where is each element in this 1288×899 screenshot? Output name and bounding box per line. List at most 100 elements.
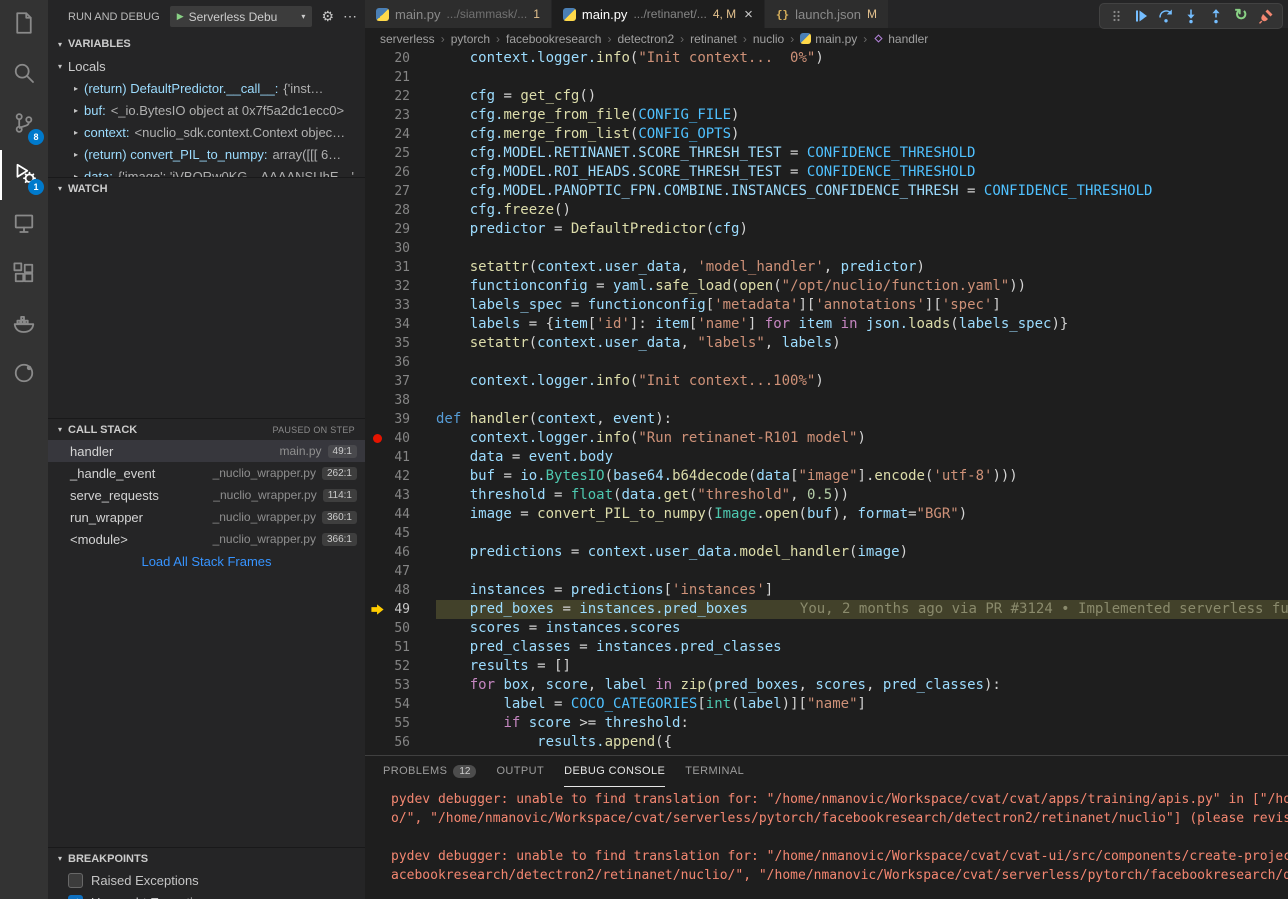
editor-gutter[interactable]: 23 — [365, 106, 436, 125]
panel-tab[interactable]: PROBLEMS12 — [383, 756, 476, 787]
debug-console-output[interactable]: pydev debugger: unable to find translati… — [365, 787, 1288, 885]
editor-gutter[interactable]: 35 — [365, 334, 436, 353]
code-line[interactable]: 25 cfg.MODEL.RETINANET.SCORE_THRESH_TEST… — [365, 144, 1288, 163]
editor-gutter[interactable]: 54 — [365, 695, 436, 714]
code-line[interactable]: 41 data = event.body — [365, 448, 1288, 467]
panel-tab[interactable]: DEBUG CONSOLE — [564, 756, 665, 787]
breadcrumb-item[interactable]: detectron2 — [617, 32, 674, 46]
editor-gutter[interactable]: 27 — [365, 182, 436, 201]
breadcrumb-item[interactable]: serverless — [380, 32, 435, 46]
editor-gutter[interactable]: 46 — [365, 543, 436, 562]
code-line[interactable]: 56 results.append({ — [365, 733, 1288, 752]
editor-gutter[interactable]: 30 — [365, 239, 436, 258]
code-line[interactable]: 36 — [365, 353, 1288, 372]
breakpoint-row[interactable]: ✓Uncaught Exceptions — [48, 891, 365, 899]
breakpoint-row[interactable]: Raised Exceptions — [48, 869, 365, 891]
disconnect-button[interactable] — [1255, 5, 1277, 27]
editor-gutter[interactable]: 24 — [365, 125, 436, 144]
breadcrumb-item[interactable]: retinanet — [690, 32, 737, 46]
restart-button[interactable]: ↻ — [1230, 5, 1252, 27]
variable-row[interactable]: ▸context:<nuclio_sdk.context.Context obj… — [48, 121, 365, 143]
code-line[interactable]: 33 labels_spec = functionconfig['metadat… — [365, 296, 1288, 315]
editor-gutter[interactable]: 49 — [365, 600, 436, 619]
variable-row[interactable]: ▸(return) convert_PIL_to_numpy:array([[[… — [48, 143, 365, 165]
editor-tab[interactable]: main.py.../siammask/...1 — [365, 0, 552, 28]
code-line[interactable]: 51 pred_classes = instances.pred_classes — [365, 638, 1288, 657]
editor-gutter[interactable]: 31 — [365, 258, 436, 277]
step-over-button[interactable] — [1155, 5, 1177, 27]
code-line[interactable]: 34 labels = {item['id']: item['name'] fo… — [365, 315, 1288, 334]
code-line[interactable]: 48 instances = predictions['instances'] — [365, 581, 1288, 600]
code-line[interactable]: 26 cfg.MODEL.ROI_HEADS.SCORE_THRESH_TEST… — [365, 163, 1288, 182]
code-line[interactable]: 20 context.logger.info("Init context... … — [365, 49, 1288, 68]
gear-icon[interactable]: ⚙ — [321, 8, 334, 25]
code-line[interactable]: 39def handler(context, event): — [365, 410, 1288, 429]
variables-scope-row[interactable]: ▾Locals — [48, 55, 365, 77]
code-line[interactable]: 53 for box, score, label in zip(pred_box… — [365, 676, 1288, 695]
variables-section-header[interactable]: ▾ VARIABLES — [48, 33, 365, 55]
code-line[interactable]: 52 results = [] — [365, 657, 1288, 676]
editor-gutter[interactable]: 42 — [365, 467, 436, 486]
breakpoint-checkbox[interactable]: ✓ — [68, 895, 83, 899]
code-line[interactable]: 50 scores = instances.scores — [365, 619, 1288, 638]
code-line[interactable]: 44 image = convert_PIL_to_numpy(Image.op… — [365, 505, 1288, 524]
editor-gutter[interactable]: 25 — [365, 144, 436, 163]
code-line[interactable]: 28 cfg.freeze() — [365, 201, 1288, 220]
activity-run-and-debug[interactable]: 1 — [0, 150, 48, 200]
activity-remote-explorer[interactable] — [0, 200, 48, 250]
breakpoint-checkbox[interactable] — [68, 873, 83, 888]
code-line[interactable]: 29 predictor = DefaultPredictor(cfg) — [365, 220, 1288, 239]
stack-frame-row[interactable]: run_wrapper_nuclio_wrapper.py360:1 — [48, 506, 365, 528]
breadcrumb-item[interactable]: pytorch — [451, 32, 490, 46]
activity-extensions[interactable] — [0, 250, 48, 300]
activity-search[interactable] — [0, 50, 48, 100]
editor-gutter[interactable]: 38 — [365, 391, 436, 410]
call-stack-section-header[interactable]: ▾ CALL STACK PAUSED ON STEP — [48, 418, 365, 440]
editor-gutter[interactable]: 33 — [365, 296, 436, 315]
code-line[interactable]: 46 predictions = context.user_data.model… — [365, 543, 1288, 562]
editor-gutter[interactable]: 41 — [365, 448, 436, 467]
code-line[interactable]: 32 functionconfig = yaml.safe_load(open(… — [365, 277, 1288, 296]
editor-gutter[interactable]: 56 — [365, 733, 436, 752]
editor-gutter[interactable]: 21 — [365, 68, 436, 87]
breadcrumb-item[interactable]: main.py — [800, 32, 857, 46]
editor-gutter[interactable]: 28 — [365, 201, 436, 220]
code-line[interactable]: 38 — [365, 391, 1288, 410]
toolbar-drag-handle[interactable] — [1105, 5, 1127, 27]
more-actions-icon[interactable]: ⋯ — [343, 8, 357, 25]
stack-frame-row[interactable]: handlermain.py49:1 — [48, 440, 365, 462]
editor-gutter[interactable]: 29 — [365, 220, 436, 239]
variable-row[interactable]: ▸data:{'image': 'iVBORw0KG…AAAANSUhE…' — [48, 165, 365, 177]
editor-gutter[interactable]: 44 — [365, 505, 436, 524]
editor-gutter[interactable]: 52 — [365, 657, 436, 676]
code-line[interactable]: 45 — [365, 524, 1288, 543]
stack-frame-row[interactable]: _handle_event_nuclio_wrapper.py262:1 — [48, 462, 365, 484]
watch-section-header[interactable]: ▾ WATCH — [48, 177, 365, 199]
code-line[interactable]: 43 threshold = float(data.get("threshold… — [365, 486, 1288, 505]
breadcrumb-item[interactable]: handler — [873, 32, 928, 46]
code-line[interactable]: 21 — [365, 68, 1288, 87]
activity-docker[interactable] — [0, 300, 48, 350]
debug-config-dropdown[interactable]: ▶ Serverless Debu ▾ — [170, 6, 313, 27]
code-line[interactable]: 35 setattr(context.user_data, "labels", … — [365, 334, 1288, 353]
stack-frame-row[interactable]: <module>_nuclio_wrapper.py366:1 — [48, 528, 365, 550]
panel-tab[interactable]: OUTPUT — [496, 756, 544, 787]
step-into-button[interactable] — [1180, 5, 1202, 27]
code-line[interactable]: 54 label = COCO_CATEGORIES[int(label)]["… — [365, 695, 1288, 714]
editor-gutter[interactable]: 51 — [365, 638, 436, 657]
editor-gutter[interactable]: 32 — [365, 277, 436, 296]
code-line[interactable]: 31 setattr(context.user_data, 'model_han… — [365, 258, 1288, 277]
editor-gutter[interactable]: 22 — [365, 87, 436, 106]
stack-frame-row[interactable]: serve_requests_nuclio_wrapper.py114:1 — [48, 484, 365, 506]
editor-gutter[interactable]: 55 — [365, 714, 436, 733]
breadcrumb-item[interactable]: nuclio — [753, 32, 784, 46]
code-line[interactable]: 37 context.logger.info("Init context...1… — [365, 372, 1288, 391]
code-line[interactable]: 55 if score >= threshold: — [365, 714, 1288, 733]
start-debugging-icon[interactable]: ▶ — [177, 11, 184, 22]
activity-explorer[interactable] — [0, 0, 48, 50]
editor-gutter[interactable]: 48 — [365, 581, 436, 600]
activity-extra-tool[interactable] — [0, 350, 48, 400]
editor-gutter[interactable]: 47 — [365, 562, 436, 581]
editor-gutter[interactable]: 53 — [365, 676, 436, 695]
editor-gutter[interactable]: 26 — [365, 163, 436, 182]
